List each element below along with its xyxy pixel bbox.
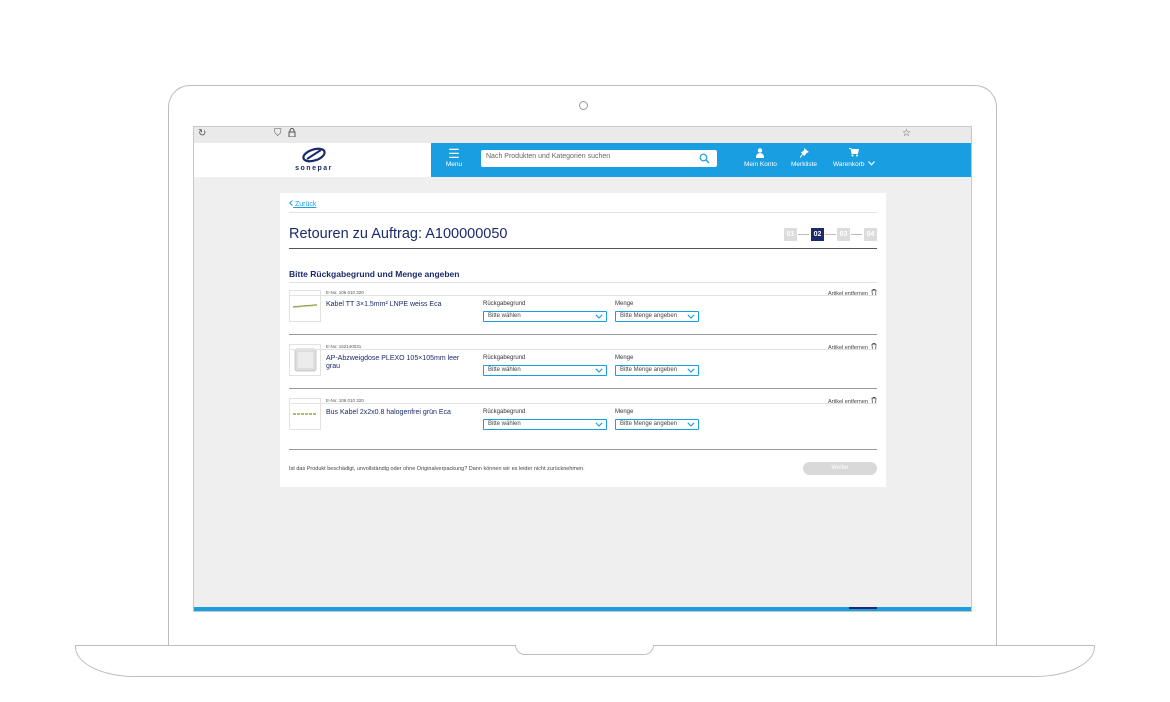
item-separator xyxy=(289,449,877,450)
lock-icon xyxy=(288,128,296,140)
logo-text: sonepar xyxy=(295,165,333,172)
account-label: Mein Konto xyxy=(744,161,777,168)
chevron-down-icon xyxy=(687,368,695,373)
divider xyxy=(289,282,877,283)
reason-label: Rückgabegrund xyxy=(483,301,526,307)
reason-label: Rückgabegrund xyxy=(483,409,526,415)
step-connector xyxy=(851,234,862,235)
bookmark-star-icon[interactable]: ☆ xyxy=(902,128,911,139)
site-header: sonepar ☰ Menu Nach Produkten und Katego… xyxy=(194,143,971,177)
item-separator xyxy=(289,388,877,389)
reload-icon[interactable]: ↻ xyxy=(198,128,206,139)
chevron-down-icon xyxy=(687,422,695,427)
remove-label: Artikel entfernen xyxy=(827,291,868,297)
chevron-down-icon xyxy=(595,314,603,319)
chevron-down-icon xyxy=(868,161,876,166)
wishlist-button[interactable]: Merkliste xyxy=(791,148,817,168)
qty-value: Bitte Menge angeben xyxy=(620,421,678,427)
return-item: E-No: 152140031 Artikel entfernen AP-Abz… xyxy=(289,341,877,387)
header-bar: ☰ Menu Nach Produkten und Kategorien suc… xyxy=(431,143,971,177)
step-connector xyxy=(825,234,836,235)
reason-select[interactable]: Bitte wählen xyxy=(483,365,607,376)
reason-value: Bitte wählen xyxy=(488,313,521,319)
reason-value: Bitte wählen xyxy=(488,367,521,373)
browser-toolbar: ↻ ⛉ ☆ xyxy=(194,127,971,144)
laptop-camera xyxy=(579,101,588,110)
remove-label: Artikel entfernen xyxy=(827,399,868,405)
product-link[interactable]: Bus Kabel 2x2x0.8 halogenfrei grün Eca xyxy=(326,409,466,417)
qty-label: Menge xyxy=(615,409,634,415)
qty-select[interactable]: Bitte Menge angeben xyxy=(615,365,699,376)
reason-select[interactable]: Bitte wählen xyxy=(483,311,607,322)
shield-icon[interactable]: ⛉ xyxy=(274,128,282,139)
product-link[interactable]: Kabel TT 3×1.5mm² LNPE weiss Eca xyxy=(326,301,466,309)
step-connector xyxy=(798,234,809,235)
chevron-down-icon xyxy=(687,314,695,319)
back-label: Zurück xyxy=(294,201,317,208)
logo-mark-icon xyxy=(302,147,326,163)
reason-label: Rückgabegrund xyxy=(483,355,526,361)
sonepar-logo[interactable]: sonepar xyxy=(289,147,339,175)
page-title: Retouren zu Auftrag: A100000050 xyxy=(289,226,508,242)
next-button[interactable]: Weiter xyxy=(803,462,877,475)
qty-label: Menge xyxy=(615,355,634,361)
qty-label: Menge xyxy=(615,301,634,307)
qty-value: Bitte Menge angeben xyxy=(620,313,678,319)
footer-bar xyxy=(194,607,971,611)
chevron-left-icon xyxy=(289,200,293,206)
reason-select[interactable]: Bitte wählen xyxy=(483,419,607,430)
title-divider xyxy=(289,248,877,249)
search-icon[interactable] xyxy=(699,153,710,164)
reason-value: Bitte wählen xyxy=(488,421,521,427)
item-separator xyxy=(289,334,877,335)
cart-icon xyxy=(833,148,875,160)
step-1[interactable]: 01 xyxy=(784,228,797,241)
hamburger-icon: ☰ xyxy=(448,146,460,161)
chevron-down-icon xyxy=(595,422,603,427)
qty-value: Bitte Menge angeben xyxy=(620,367,678,373)
return-item: E-No: 106 010 320 Artikel entfernen Bus … xyxy=(289,395,877,441)
search-input[interactable]: Nach Produkten und Kategorien suchen xyxy=(481,150,717,167)
footer-accent xyxy=(849,607,877,609)
user-icon xyxy=(744,148,777,160)
qty-select[interactable]: Bitte Menge angeben xyxy=(615,419,699,430)
item-divider xyxy=(289,349,877,350)
laptop-screen: ↻ ⛉ ☆ sonepar ☰ Menu Nach Produkten und … xyxy=(193,126,972,612)
menu-label: Menu xyxy=(445,161,463,168)
cart-button[interactable]: Warenkorb xyxy=(833,148,876,168)
menu-button[interactable]: ☰ Menu xyxy=(439,146,469,174)
item-divider xyxy=(289,403,877,404)
step-4[interactable]: 04 xyxy=(864,228,877,241)
return-item: E-No: 106 010 320 Artikel entfernen Kabe… xyxy=(289,287,877,333)
laptop-notch xyxy=(515,645,654,655)
step-indicator: 01 02 03 04 xyxy=(784,228,877,241)
divider xyxy=(289,212,877,213)
section-title: Bitte Rückgabegrund und Menge angeben xyxy=(289,269,460,279)
returns-card: Zurück Retouren zu Auftrag: A100000050 0… xyxy=(280,193,886,487)
chevron-down-icon xyxy=(595,368,603,373)
remove-label: Artikel entfernen xyxy=(827,345,868,351)
cart-label: Warenkorb xyxy=(833,161,876,168)
step-3[interactable]: 03 xyxy=(837,228,850,241)
pin-icon xyxy=(791,148,817,160)
qty-select[interactable]: Bitte Menge angeben xyxy=(615,311,699,322)
wishlist-label: Merkliste xyxy=(791,161,818,168)
account-button[interactable]: Mein Konto xyxy=(744,148,777,168)
back-link[interactable]: Zurück xyxy=(289,200,316,208)
return-conditions-note: Ist das Produkt beschädigt, unvollständi… xyxy=(289,466,585,472)
step-2[interactable]: 02 xyxy=(811,228,824,241)
search-placeholder: Nach Produkten und Kategorien suchen xyxy=(486,153,611,160)
product-link[interactable]: AP-Abzweigdose PLEXO 105×105mm leer grau xyxy=(326,355,466,371)
item-divider xyxy=(289,295,877,296)
